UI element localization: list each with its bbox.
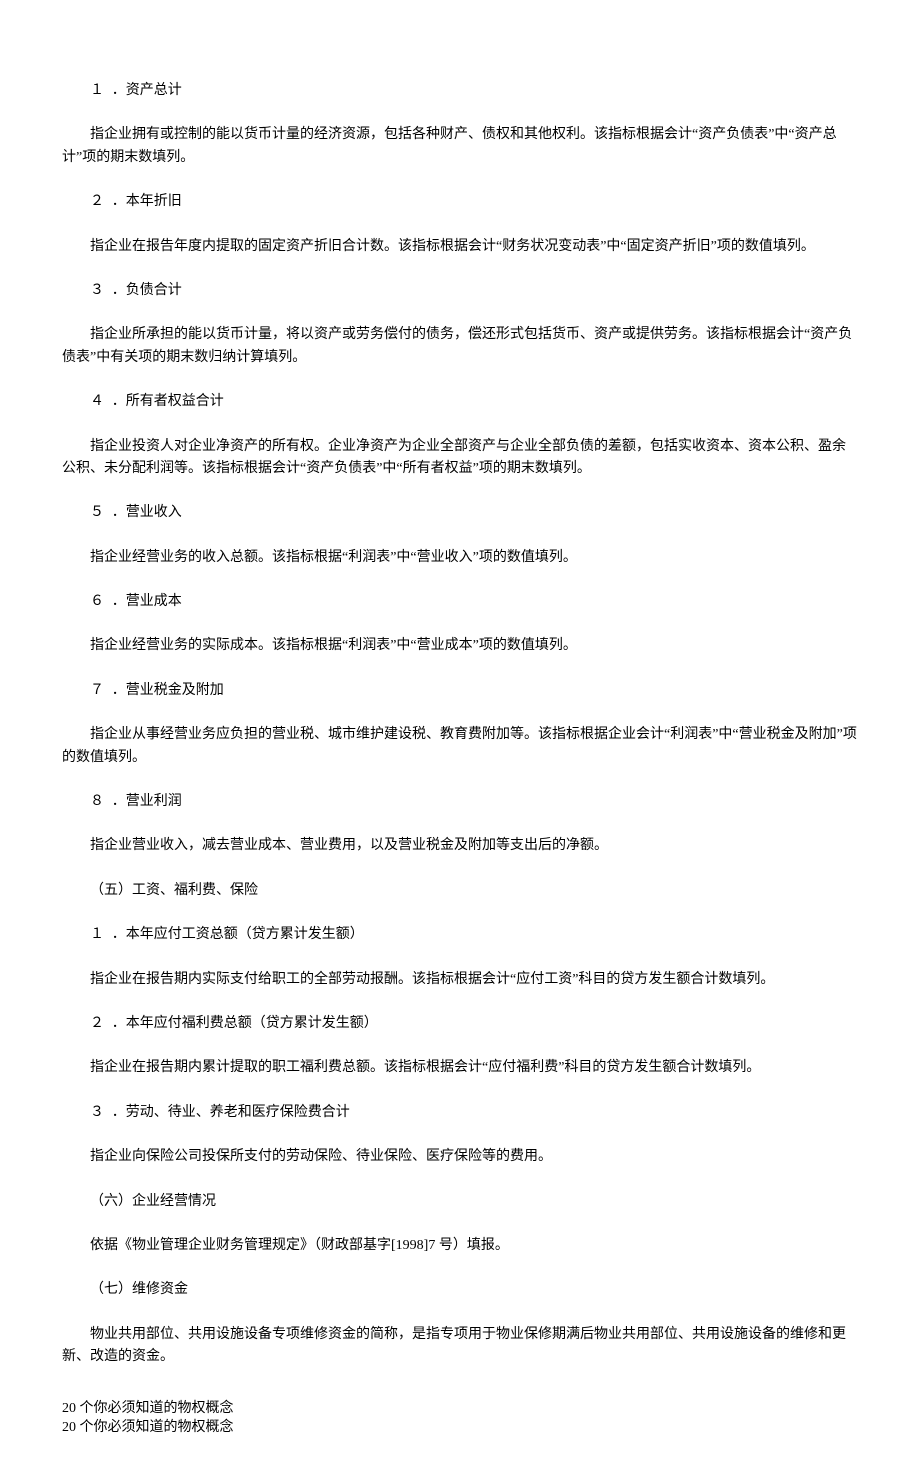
section-1-heading: １ ．资产总计 bbox=[62, 80, 858, 102]
section-8-body: 指企业营业收入，减去营业成本、营业费用，以及营业税金及附加等支出后的净额。 bbox=[62, 835, 858, 857]
section-5-body: 指企业经营业务的收入总额。该指标根据“利润表”中“营业收入”项的数值填列。 bbox=[62, 547, 858, 569]
section-13-body: 依据《物业管理企业财务管理规定》（财政部基字[1998]7 号）填报。 bbox=[62, 1235, 858, 1257]
section-5-heading: ５ ．营业收入 bbox=[62, 502, 858, 524]
section-8-heading: ８ ．营业利润 bbox=[62, 791, 858, 813]
section-6-body: 指企业经营业务的实际成本。该指标根据“利润表”中“营业成本”项的数值填列。 bbox=[62, 635, 858, 657]
footer-line-1: 20 个你必须知道的物权概念 bbox=[62, 1399, 858, 1419]
section-2-body: 指企业在报告年度内提取的固定资产折旧合计数。该指标根据会计“财务状况变动表”中“… bbox=[62, 236, 858, 258]
section-6-heading: ６ ．营业成本 bbox=[62, 591, 858, 613]
section-11-heading: ２ ．本年应付福利费总额（贷方累计发生额） bbox=[62, 1013, 858, 1035]
section-11-body: 指企业在报告期内累计提取的职工福利费总额。该指标根据会计“应付福利费”科目的贷方… bbox=[62, 1057, 858, 1079]
section-3-body: 指企业所承担的能以货币计量，将以资产或劳务偿付的债务，偿还形式包括货币、资产或提… bbox=[62, 324, 858, 369]
section-12-heading: ３ ．劳动、待业、养老和医疗保险费合计 bbox=[62, 1102, 858, 1124]
section-10-body: 指企业在报告期内实际支付给职工的全部劳动报酬。该指标根据会计“应付工资”科目的贷… bbox=[62, 969, 858, 991]
section-7-body: 指企业从事经营业务应负担的营业税、城市维护建设税、教育费附加等。该指标根据企业会… bbox=[62, 724, 858, 769]
section-13-heading: （六）企业经营情况 bbox=[62, 1191, 858, 1213]
section-7-heading: ７ ．营业税金及附加 bbox=[62, 680, 858, 702]
section-10-heading: １ ．本年应付工资总额（贷方累计发生额） bbox=[62, 924, 858, 946]
section-14-heading: （七）维修资金 bbox=[62, 1279, 858, 1301]
section-14-body: 物业共用部位、共用设施设备专项维修资金的简称，是指专项用于物业保修期满后物业共用… bbox=[62, 1324, 858, 1369]
footer-line-2: 20 个你必须知道的物权概念 bbox=[62, 1418, 858, 1438]
section-9-heading: （五）工资、福利费、保险 bbox=[62, 880, 858, 902]
section-4-heading: ４ ．所有者权益合计 bbox=[62, 391, 858, 413]
section-2-heading: ２ ．本年折旧 bbox=[62, 191, 858, 213]
section-12-body: 指企业向保险公司投保所支付的劳动保险、待业保险、医疗保险等的费用。 bbox=[62, 1146, 858, 1168]
section-1-body: 指企业拥有或控制的能以货币计量的经济资源，包括各种财产、债权和其他权利。该指标根… bbox=[62, 124, 858, 169]
section-3-heading: ３ ．负债合计 bbox=[62, 280, 858, 302]
section-4-body: 指企业投资人对企业净资产的所有权。企业净资产为企业全部资产与企业全部负债的差额，… bbox=[62, 436, 858, 481]
